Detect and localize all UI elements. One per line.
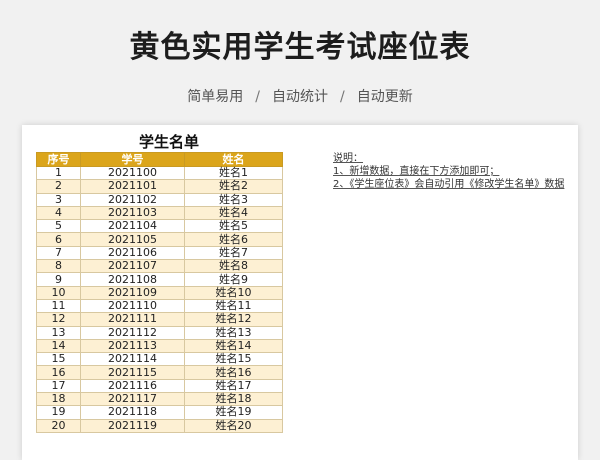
cell-student-id[interactable]: 2021102	[80, 192, 185, 207]
cell-index[interactable]: 14	[36, 338, 81, 354]
column-header-index[interactable]: 序号	[36, 152, 81, 167]
cell-index[interactable]: 10	[36, 285, 81, 300]
cell-name[interactable]: 姓名16	[184, 365, 283, 380]
subtitle-auto-update: 自动更新	[356, 89, 413, 105]
cell-index[interactable]: 16	[36, 365, 81, 380]
notes-heading: 说明：	[333, 153, 363, 164]
cell-index[interactable]: 17	[36, 378, 81, 394]
separator: /	[340, 89, 345, 105]
cell-student-id[interactable]: 2021100	[80, 165, 185, 181]
cell-name[interactable]: 姓名17	[184, 378, 283, 394]
cell-index[interactable]: 4	[36, 205, 81, 221]
cell-name[interactable]: 姓名8	[184, 259, 283, 274]
cell-index[interactable]: 6	[36, 232, 81, 247]
cell-index[interactable]: 11	[36, 298, 81, 314]
cell-student-id[interactable]: 2021117	[80, 392, 185, 407]
cell-student-id[interactable]: 2021101	[80, 179, 185, 194]
table-row: 6 2021105 姓名6	[36, 232, 283, 247]
cell-name[interactable]: 姓名19	[184, 405, 283, 420]
cell-name[interactable]: 姓名12	[184, 312, 283, 327]
cell-name[interactable]: 姓名20	[184, 418, 283, 433]
table-row: 10 2021109 姓名10	[36, 285, 283, 300]
cell-index[interactable]: 3	[36, 192, 81, 207]
cell-student-id[interactable]: 2021108	[80, 272, 185, 287]
cell-name[interactable]: 姓名14	[184, 338, 283, 354]
cell-student-id[interactable]: 2021107	[80, 259, 185, 274]
cell-name[interactable]: 姓名11	[184, 298, 283, 314]
table-row: 20 2021119 姓名20	[36, 418, 283, 433]
cell-index[interactable]: 20	[36, 418, 81, 433]
cell-student-id[interactable]: 2021116	[80, 378, 185, 394]
cell-name[interactable]: 姓名9	[184, 272, 283, 287]
note-line-2: 2、《学生座位表》会自动引用《修改学生名单》数据	[333, 179, 565, 190]
page-title: 黄色实用学生考试座位表	[129, 30, 471, 65]
cell-student-id[interactable]: 2021113	[80, 338, 185, 354]
table-row: 18 2021117 姓名18	[36, 392, 283, 407]
cell-student-id[interactable]: 2021104	[80, 219, 185, 234]
cell-name[interactable]: 姓名4	[184, 205, 283, 221]
subtitle: 简单易用 / 自动统计 / 自动更新	[0, 86, 600, 106]
table-header-row: 序号 学号 姓名	[36, 152, 283, 167]
cell-name[interactable]: 姓名3	[184, 192, 283, 207]
table-row: 12 2021111 姓名12	[36, 312, 283, 327]
column-header-student-id[interactable]: 学号	[80, 152, 185, 167]
cell-index[interactable]: 1	[36, 165, 81, 181]
spreadsheet-area: 学生名单 序号 学号 姓名 1 2021100 姓名1 2 2021101 姓名2 3 202…	[22, 125, 578, 460]
table-row: 11 2021110 姓名11	[36, 298, 283, 314]
cell-index[interactable]: 8	[36, 259, 81, 274]
table-row: 8 2021107 姓名8	[36, 259, 283, 274]
cell-name[interactable]: 姓名15	[184, 352, 283, 367]
cell-name[interactable]: 姓名6	[184, 232, 283, 247]
cell-name[interactable]: 姓名5	[184, 219, 283, 234]
cell-student-id[interactable]: 2021114	[80, 352, 185, 367]
table-row: 17 2021116 姓名17	[36, 378, 283, 394]
subtitle-auto-stats: 自动统计	[272, 89, 328, 105]
table-row: 4 2021103 姓名4	[36, 205, 283, 221]
notes-panel: 说明： 1、新增数据，直接在下方添加即可； 2、《学生座位表》会自动引用《修改学…	[333, 152, 564, 191]
cell-name[interactable]: 姓名18	[184, 392, 283, 407]
cell-index[interactable]: 9	[36, 272, 81, 287]
cell-index[interactable]: 2	[36, 179, 81, 194]
subtitle-easy: 简单易用	[187, 89, 244, 105]
table-row: 14 2021113 姓名14	[36, 338, 283, 354]
cell-name[interactable]: 姓名13	[184, 325, 283, 340]
table-row: 9 2021108 姓名9	[36, 272, 283, 287]
cell-student-id[interactable]: 2021111	[80, 312, 185, 327]
cell-index[interactable]: 18	[36, 392, 81, 407]
cell-student-id[interactable]: 2021110	[80, 298, 185, 314]
cell-name[interactable]: 姓名2	[184, 179, 283, 194]
cell-student-id[interactable]: 2021112	[80, 325, 185, 340]
cell-student-id[interactable]: 2021106	[80, 245, 185, 261]
table-row: 19 2021118 姓名19	[36, 405, 283, 420]
table-row: 13 2021112 姓名13	[36, 325, 283, 340]
cell-student-id[interactable]: 2021118	[80, 405, 185, 420]
cell-name[interactable]: 姓名10	[184, 285, 283, 300]
column-header-name[interactable]: 姓名	[184, 152, 283, 167]
table-row: 3 2021102 姓名3	[36, 192, 283, 207]
student-roster-table: 序号 学号 姓名 1 2021100 姓名1 2 2021101 姓名2 3 2021102 姓…	[36, 152, 283, 433]
cell-index[interactable]: 5	[36, 219, 81, 234]
cell-student-id[interactable]: 2021115	[80, 365, 185, 380]
cell-index[interactable]: 12	[36, 312, 81, 327]
cell-student-id[interactable]: 2021105	[80, 232, 185, 247]
cell-index[interactable]: 19	[36, 405, 81, 420]
table-row: 16 2021115 姓名16	[36, 365, 283, 380]
cell-name[interactable]: 姓名1	[184, 165, 283, 181]
cell-index[interactable]: 15	[36, 352, 81, 367]
cell-name[interactable]: 姓名7	[184, 245, 283, 261]
table-row: 5 2021104 姓名5	[36, 219, 283, 234]
table-body: 1 2021100 姓名1 2 2021101 姓名2 3 2021102 姓名3 4 202110…	[36, 165, 283, 433]
table-row: 1 2021100 姓名1	[36, 165, 283, 181]
cell-student-id[interactable]: 2021119	[80, 418, 185, 433]
cell-student-id[interactable]: 2021109	[80, 285, 185, 300]
table-row: 7 2021106 姓名7	[36, 245, 283, 261]
roster-title: 学生名单	[138, 133, 199, 151]
separator: /	[255, 89, 260, 105]
cell-student-id[interactable]: 2021103	[80, 205, 185, 221]
cell-index[interactable]: 13	[36, 325, 81, 340]
table-row: 2 2021101 姓名2	[36, 179, 283, 194]
note-line-1: 1、新增数据，直接在下方添加即可；	[333, 166, 500, 177]
table-row: 15 2021114 姓名15	[36, 352, 283, 367]
cell-index[interactable]: 7	[36, 245, 81, 261]
